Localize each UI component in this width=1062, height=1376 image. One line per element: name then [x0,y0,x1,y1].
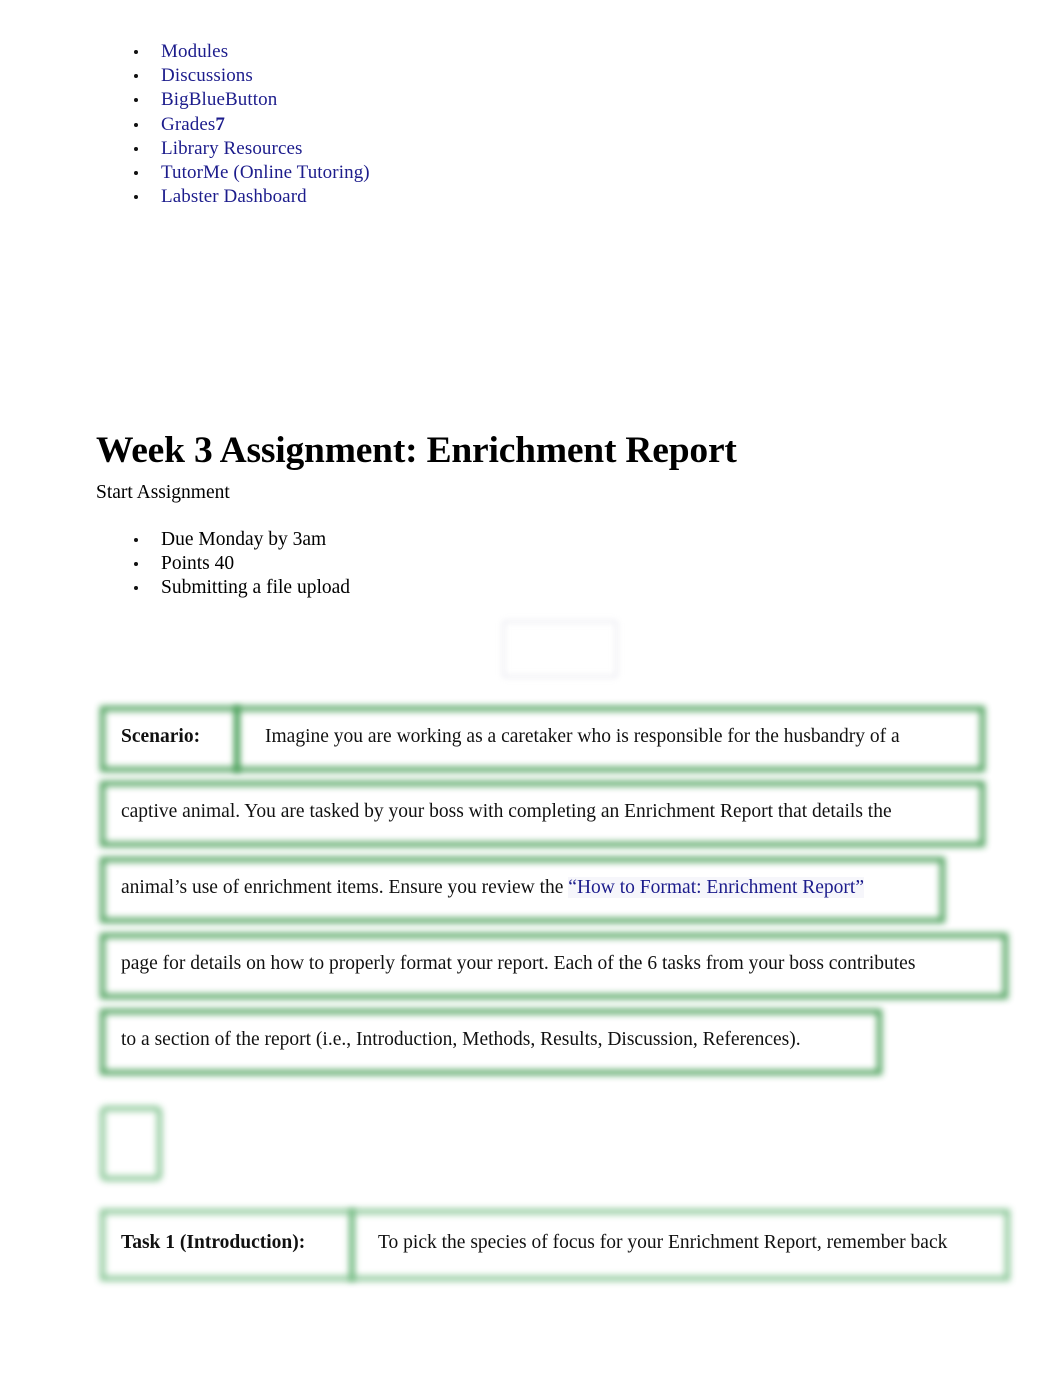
nav-item-library-resources[interactable]: Library Resources [96,137,696,161]
task1-cell-divider [349,1209,355,1281]
scenario-line-2: captive animal. You are tasked by your b… [121,801,892,822]
scenario-line-5: to a section of the report (i.e., Introd… [121,1029,801,1050]
assignment-due-date: Due Monday by 3am [96,528,696,552]
nav-item-grades[interactable]: Grades7 [96,113,696,137]
empty-spacer-cell [100,1106,162,1181]
how-to-format-enrichment-report-link[interactable]: “How to Format: Enrichment Report” [568,877,864,898]
nav-item-discussions[interactable]: Discussions [96,64,696,88]
assignment-meta-list: Due Monday by 3am Points 40 Submitting a… [96,528,696,601]
nav-link-labster-dashboard[interactable]: Labster Dashboard [161,186,307,207]
task1-text: To pick the species of focus for your En… [378,1232,948,1253]
scenario-line-3-pre: animal’s use of enrichment items. Ensure… [121,877,569,898]
nav-link-tutorme[interactable]: TutorMe (Online Tutoring) [161,162,370,183]
course-navigation-list: Modules Discussions BigBlueButton Grades… [96,40,696,209]
task1-label: Task 1 (Introduction): [121,1232,306,1253]
scenario-line-3: animal’s use of enrichment items. Ensure… [121,877,864,899]
ghost-box-artifact [502,620,618,678]
nav-badge-grades: 7 [215,113,225,135]
nav-item-bigbluebutton[interactable]: BigBlueButton [96,88,696,112]
nav-link-grades[interactable]: Grades [161,114,215,135]
nav-item-labster-dashboard[interactable]: Labster Dashboard [96,185,696,209]
nav-item-tutorme[interactable]: TutorMe (Online Tutoring) [96,161,696,185]
nav-link-discussions[interactable]: Discussions [161,65,253,86]
assignment-points: Points 40 [96,552,696,576]
scenario-label: Scenario: [121,726,201,747]
nav-link-bigbluebutton[interactable]: BigBlueButton [161,89,277,110]
scenario-line-1: Imagine you are working as a caretaker w… [265,726,900,747]
scenario-line-4: page for details on how to properly form… [121,953,916,974]
scenario-row-1-cell-divider [234,706,240,772]
start-assignment-label[interactable]: Start Assignment [96,480,230,506]
assignment-submission-type: Submitting a file upload [96,576,696,600]
page-title: Week 3 Assignment: Enrichment Report [96,430,737,472]
nav-item-modules[interactable]: Modules [96,40,696,64]
nav-link-modules[interactable]: Modules [161,41,228,62]
nav-link-library-resources[interactable]: Library Resources [161,138,303,159]
